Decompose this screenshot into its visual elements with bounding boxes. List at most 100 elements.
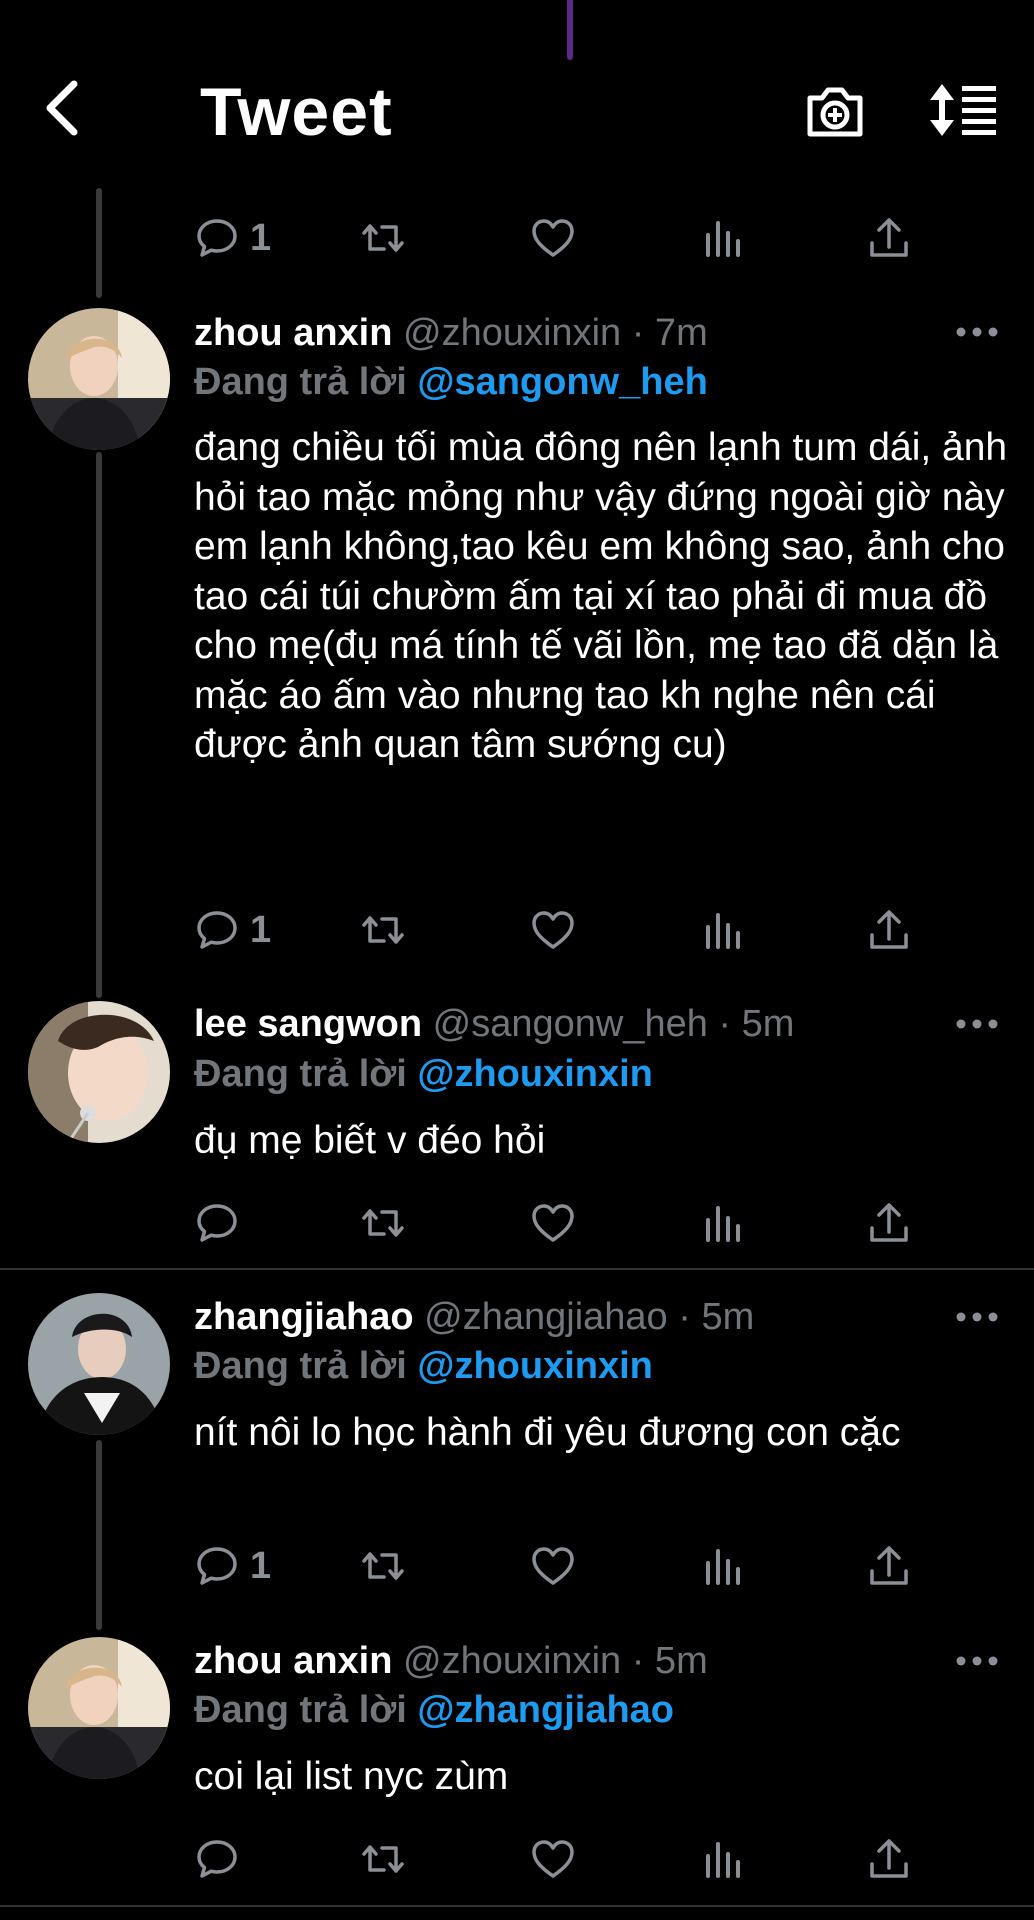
camera-plus-icon (807, 87, 863, 137)
avatar[interactable] (28, 1293, 170, 1435)
views-button[interactable] (700, 900, 746, 960)
views-button[interactable] (700, 1536, 746, 1596)
avatar[interactable] (28, 308, 170, 450)
thread-line (96, 188, 102, 298)
avatar[interactable] (28, 1001, 170, 1143)
retweet-button[interactable] (360, 1536, 406, 1596)
display-name[interactable]: zhou anxin (194, 312, 392, 354)
like-button[interactable] (530, 900, 576, 960)
retweet-button[interactable] (360, 1829, 406, 1889)
replying-to: Đang trả lời @zhangjiahao (194, 1687, 674, 1733)
sort-button[interactable] (930, 80, 1000, 140)
post-header: zhangjiahao @zhangjiahao · 5m (194, 1294, 754, 1340)
tweet-actions (194, 1193, 934, 1253)
share-button[interactable] (866, 1193, 912, 1253)
retweet-icon (362, 1209, 404, 1237)
more-button[interactable] (954, 322, 1000, 342)
replying-label: Đang trả lời (194, 1053, 407, 1095)
more-button[interactable] (954, 1014, 1000, 1034)
heart-icon (532, 1547, 574, 1585)
analytics-icon (706, 1549, 740, 1585)
reply-count: 1 (250, 1544, 272, 1587)
more-dots-icon (956, 1656, 998, 1666)
share-icon (870, 1546, 908, 1585)
retweet-icon (362, 1552, 404, 1580)
replying-to: Đang trả lời @zhouxinxin (194, 1051, 653, 1097)
tweet-actions: 1 (194, 1536, 934, 1596)
divider (0, 1268, 1034, 1270)
replying-to: Đang trả lời @zhouxinxin (194, 1343, 653, 1389)
mention-link[interactable]: @zhouxinxin (417, 1345, 653, 1387)
reply-icon (197, 1204, 237, 1242)
more-button[interactable] (954, 1651, 1000, 1671)
replying-label: Đang trả lời (194, 1345, 407, 1387)
retweet-button[interactable] (360, 208, 406, 268)
post-time: · 5m (718, 1003, 795, 1045)
mention-link[interactable]: @zhouxinxin (417, 1053, 653, 1095)
share-button[interactable] (866, 1536, 912, 1596)
post-header: lee sangwon @sangonw_heh · 5m (194, 1001, 794, 1047)
reply-icon (197, 911, 237, 949)
tweet-text: đang chiều tối mùa đông nên lạnh tum dái… (194, 426, 1008, 766)
share-icon (870, 1839, 908, 1878)
reply-button[interactable]: 1 (194, 1536, 271, 1596)
avatar-photo (28, 308, 170, 450)
user-handle: @zhouxinxin (403, 1640, 622, 1682)
like-button[interactable] (530, 208, 576, 268)
share-button[interactable] (866, 900, 912, 960)
user-handle: @sangonw_heh (432, 1003, 708, 1045)
more-dots-icon (956, 1312, 998, 1322)
display-name[interactable]: zhou anxin (194, 1640, 392, 1682)
page-title: Tweet (200, 74, 393, 150)
avatar[interactable] (28, 1637, 170, 1779)
views-button[interactable] (700, 208, 746, 268)
reply-icon (197, 219, 237, 257)
like-button[interactable] (530, 1536, 576, 1596)
heart-icon (532, 911, 574, 949)
tweet-text: đụ mẹ biết v đéo hỏi (194, 1119, 546, 1162)
back-button[interactable] (40, 78, 90, 138)
header-bar (0, 60, 1034, 160)
heart-icon (532, 219, 574, 257)
chevron-left-icon (46, 80, 78, 136)
heart-icon (532, 1204, 574, 1242)
mention-link[interactable]: @sangonw_heh (417, 361, 707, 403)
display-name[interactable]: zhangjiahao (194, 1296, 414, 1338)
share-button[interactable] (866, 1829, 912, 1889)
thread-line (96, 1440, 102, 1630)
more-button[interactable] (954, 1307, 1000, 1327)
tweet-text: nít nôi lo học hành đi yêu đương con cặc (194, 1411, 901, 1454)
reply-button[interactable] (194, 1829, 250, 1889)
tweet-actions: 1 (194, 900, 934, 960)
user-handle: @zhouxinxin (403, 312, 622, 354)
share-icon (870, 218, 908, 257)
reply-button[interactable] (194, 1193, 250, 1253)
replying-label: Đang trả lời (194, 361, 407, 403)
retweet-icon (362, 224, 404, 252)
reply-button[interactable]: 1 (194, 900, 271, 960)
like-button[interactable] (530, 1193, 576, 1253)
post-header: zhou anxin @zhouxinxin · 7m (194, 310, 708, 356)
display-name[interactable]: lee sangwon (194, 1003, 422, 1045)
views-button[interactable] (700, 1829, 746, 1889)
divider (0, 1905, 1034, 1907)
retweet-button[interactable] (360, 1193, 406, 1253)
avatar-photo (28, 1637, 170, 1779)
more-dots-icon (956, 327, 998, 337)
user-handle: @zhangjiahao (424, 1296, 668, 1338)
heart-icon (532, 1840, 574, 1878)
retweet-button[interactable] (360, 900, 406, 960)
mention-link[interactable]: @zhangjiahao (417, 1689, 674, 1731)
analytics-icon (706, 913, 740, 949)
camera-button[interactable] (804, 80, 866, 140)
more-dots-icon (956, 1019, 998, 1029)
analytics-icon (706, 1842, 740, 1878)
avatar-photo (28, 1293, 170, 1435)
analytics-icon (706, 221, 740, 257)
share-button[interactable] (866, 208, 912, 268)
reply-count: 1 (250, 216, 272, 259)
like-button[interactable] (530, 1829, 576, 1889)
reply-button[interactable]: 1 (194, 208, 271, 268)
replying-to: Đang trả lời @sangonw_heh (194, 359, 708, 405)
views-button[interactable] (700, 1193, 746, 1253)
